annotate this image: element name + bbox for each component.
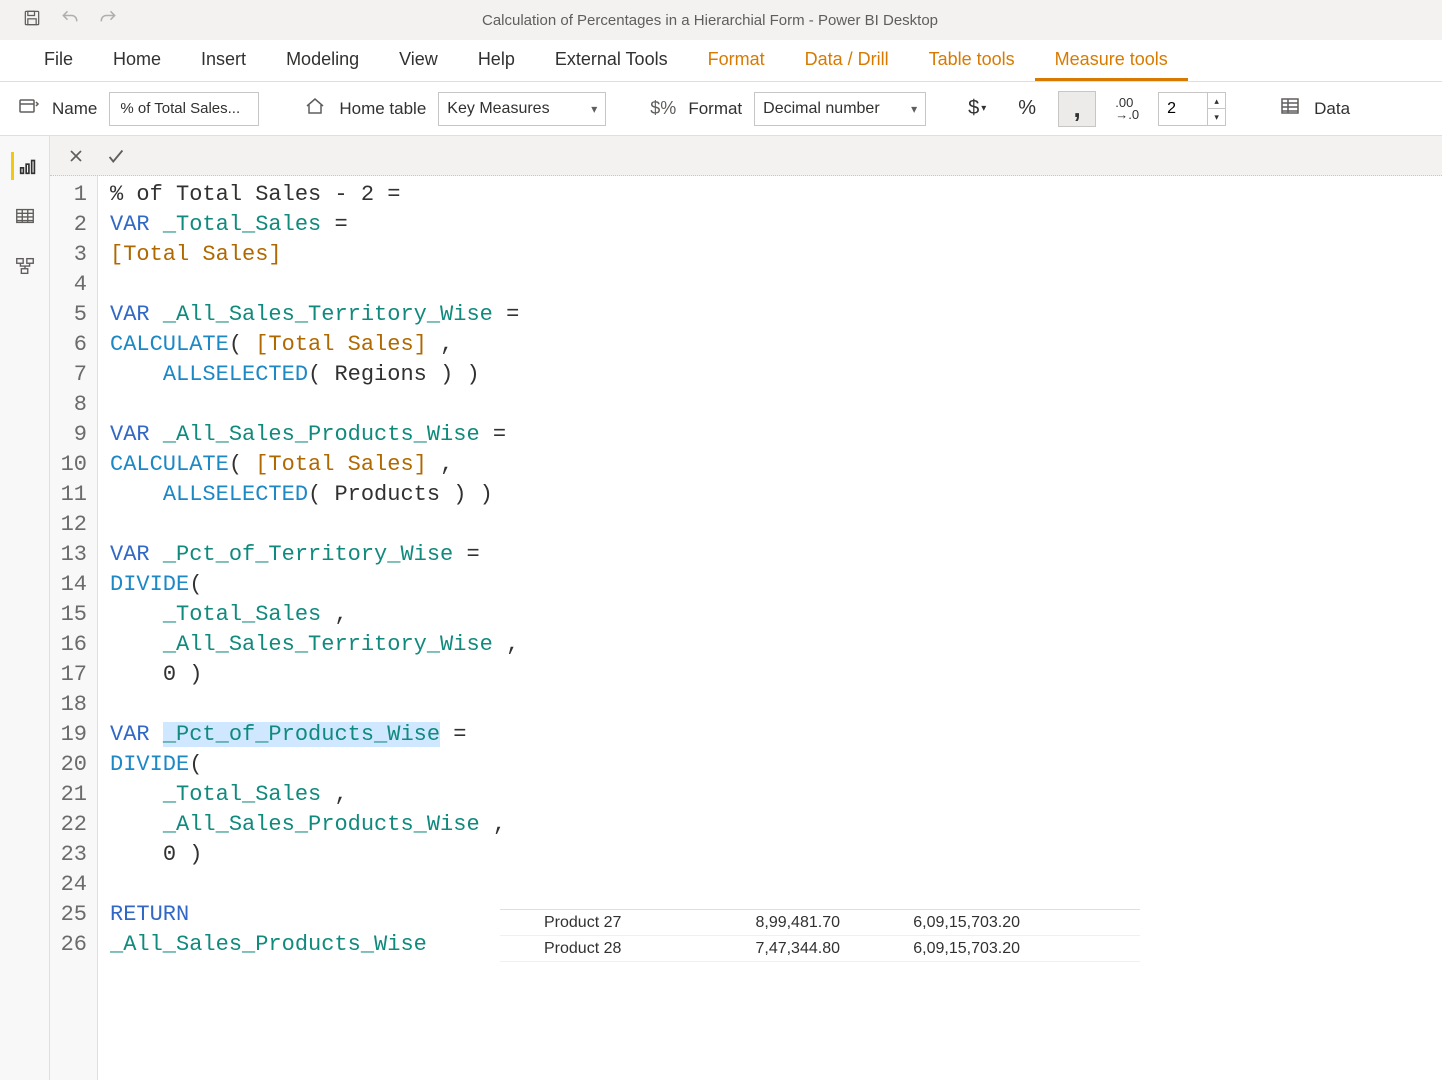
cell-value-1: 7,47,344.80 (680, 940, 860, 958)
cell-product: Product 27 (500, 914, 680, 932)
format-select[interactable]: Decimal number ▾ (754, 92, 926, 126)
format-label: Format (688, 99, 742, 119)
save-icon[interactable] (22, 8, 42, 32)
decimal-places-input[interactable] (1159, 93, 1207, 125)
tab-home[interactable]: Home (93, 40, 181, 81)
tab-format[interactable]: Format (688, 40, 785, 81)
tab-measure-tools[interactable]: Measure tools (1035, 40, 1188, 81)
home-table-select[interactable]: Key Measures ▾ (438, 92, 606, 126)
tab-data-drill[interactable]: Data / Drill (785, 40, 909, 81)
comma-icon: , (1074, 93, 1081, 124)
tab-help[interactable]: Help (458, 40, 535, 81)
cell-value-2: 6,09,15,703.20 (860, 940, 1040, 958)
cell-product: Product 28 (500, 940, 680, 958)
table-row[interactable]: Product 27 8,99,481.70 6,09,15,703.20 (500, 910, 1140, 936)
title-bar: Calculation of Percentages in a Hierarch… (0, 0, 1442, 40)
window-title: Calculation of Percentages in a Hierarch… (118, 12, 1442, 29)
name-icon (16, 94, 40, 123)
view-switcher (0, 136, 50, 1080)
data-category-label: Data (1314, 99, 1350, 119)
redo-icon[interactable] (98, 8, 118, 32)
cancel-formula-button[interactable] (58, 140, 94, 172)
model-view-button[interactable] (11, 252, 39, 280)
comma-button[interactable]: , (1058, 91, 1096, 127)
home-table-icon (303, 94, 327, 123)
data-preview-table: Product 27 8,99,481.70 6,09,15,703.20 Pr… (500, 909, 1140, 962)
format-icon: $% (650, 98, 676, 119)
name-input[interactable] (109, 92, 259, 126)
chevron-down-icon: ▾ (911, 102, 917, 116)
currency-button[interactable]: $ ▾ (958, 91, 996, 127)
table-row[interactable]: Product 28 7,47,344.80 6,09,15,703.20 (500, 936, 1140, 962)
undo-icon[interactable] (60, 8, 80, 32)
ribbon-tabs: File Home Insert Modeling View Help Exte… (0, 40, 1442, 82)
decimal-places-spinner[interactable]: ▴ ▾ (1158, 92, 1226, 126)
commit-formula-button[interactable] (98, 140, 134, 172)
home-table-label: Home table (339, 99, 426, 119)
chevron-down-icon: ▾ (591, 102, 597, 116)
tab-external-tools[interactable]: External Tools (535, 40, 688, 81)
chevron-down-icon: ▾ (981, 103, 986, 114)
tab-insert[interactable]: Insert (181, 40, 266, 81)
data-category-icon (1278, 94, 1302, 123)
decrease-decimal-button[interactable]: .00→.0 (1108, 91, 1146, 127)
percent-icon: % (1018, 97, 1036, 120)
format-value: Decimal number (763, 100, 879, 118)
cell-value-2: 6,09,15,703.20 (860, 914, 1040, 932)
line-number-gutter: 1234567891011121314151617181920212223242… (50, 176, 98, 1080)
cell-value-1: 8,99,481.70 (680, 914, 860, 932)
tab-view[interactable]: View (379, 40, 458, 81)
tab-file[interactable]: File (24, 40, 93, 81)
ribbon-bar: Name Home table Key Measures ▾ $% Format… (0, 82, 1442, 136)
percent-button[interactable]: % (1008, 91, 1046, 127)
code-area[interactable]: % of Total Sales - 2 =VAR _Total_Sales =… (98, 176, 531, 1080)
tab-modeling[interactable]: Modeling (266, 40, 379, 81)
data-view-button[interactable] (11, 202, 39, 230)
dollar-icon: $ (968, 97, 979, 120)
home-table-value: Key Measures (447, 100, 549, 118)
decimal-icon: .00→.0 (1115, 97, 1139, 121)
report-view-button[interactable] (11, 152, 39, 180)
spin-up-icon[interactable]: ▴ (1207, 93, 1225, 109)
tab-table-tools[interactable]: Table tools (909, 40, 1035, 81)
formula-bar-header (50, 136, 1442, 176)
spin-down-icon[interactable]: ▾ (1207, 109, 1225, 125)
name-label: Name (52, 99, 97, 119)
